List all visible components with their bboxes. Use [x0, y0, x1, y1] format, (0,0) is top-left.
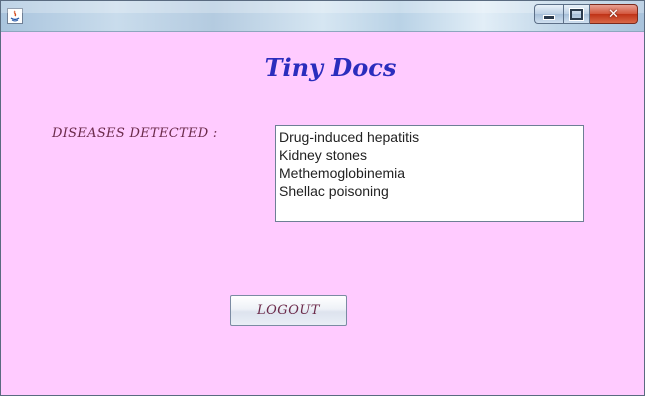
title-bar[interactable]: ✕	[1, 1, 644, 32]
list-item[interactable]: Methemoglobinemia	[278, 164, 583, 182]
minimize-button[interactable]	[534, 4, 563, 24]
page-title: Tiny Docs	[264, 53, 397, 82]
maximize-button[interactable]	[563, 4, 590, 24]
list-item[interactable]: Shellac poisoning	[278, 182, 583, 200]
window-controls: ✕	[534, 4, 638, 24]
diseases-detected-label: DISEASES DETECTED :	[52, 126, 218, 141]
minimize-icon	[543, 14, 555, 20]
maximize-icon	[570, 8, 583, 20]
app-window: ✕ Tiny Docs DISEASES DETECTED : Drug-ind…	[0, 0, 645, 396]
list-item[interactable]: Kidney stones	[278, 146, 583, 164]
diseases-list[interactable]: Drug-induced hepatitis Kidney stones Met…	[275, 125, 584, 222]
close-button[interactable]: ✕	[590, 4, 638, 24]
close-icon: ✕	[608, 6, 619, 22]
java-app-icon[interactable]	[7, 8, 23, 24]
logout-button[interactable]: LOGOUT	[230, 295, 347, 326]
list-item[interactable]: Drug-induced hepatitis	[278, 128, 583, 146]
